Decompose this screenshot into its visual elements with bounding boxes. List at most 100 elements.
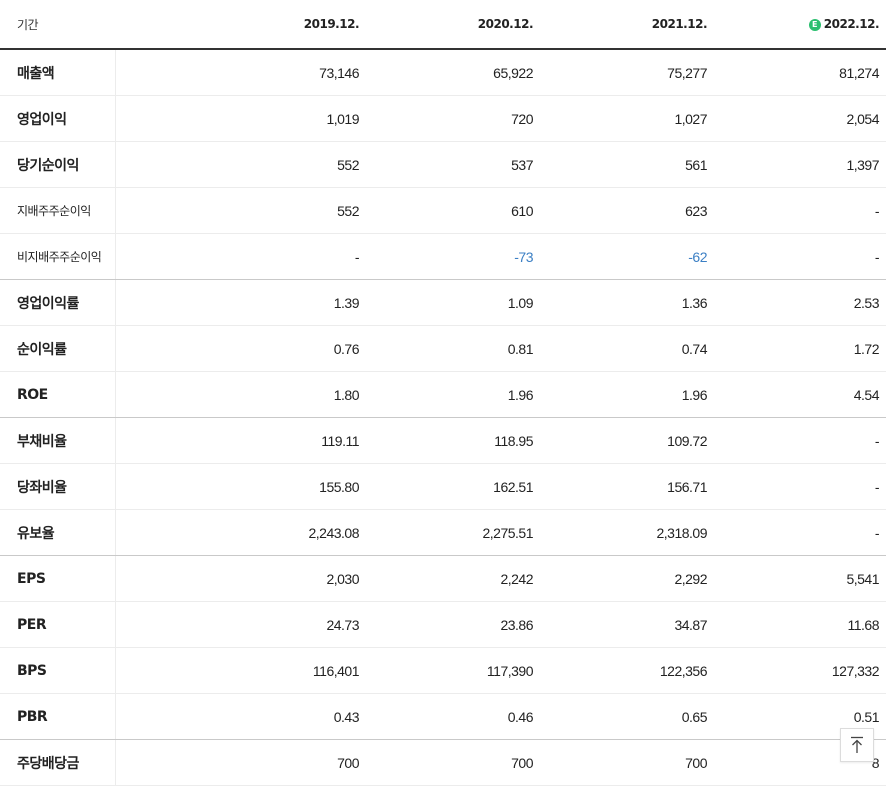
period-header-2019: 2019.12.: [115, 0, 366, 50]
value-cell: 1,027: [540, 95, 714, 142]
table-row: BPS 116,401 117,390 122,356 127,332: [0, 647, 886, 694]
value-cell: 1.09: [366, 279, 540, 326]
header-row: 기간 2019.12. 2020.12. 2021.12. E 2022.12.: [0, 0, 886, 50]
value-cell: 34.87: [540, 601, 714, 648]
table-row: 당기순이익 552 537 561 1,397: [0, 141, 886, 188]
table-row: 비지배주주순이익 - -73 -62 -: [0, 233, 886, 280]
row-label: 영업이익률: [0, 279, 116, 326]
value-cell: -: [115, 233, 366, 280]
row-label: 당기순이익: [0, 141, 116, 188]
value-cell: 4.54: [714, 371, 886, 418]
value-cell: -: [714, 187, 886, 234]
value-cell: 127,332: [714, 647, 886, 694]
value-cell: 1,019: [115, 95, 366, 142]
value-cell: 156.71: [540, 463, 714, 510]
value-cell: 0.81: [366, 325, 540, 372]
value-cell: 610: [366, 187, 540, 234]
period-header-2021: 2021.12.: [540, 0, 714, 50]
value-cell: -: [714, 233, 886, 280]
value-cell: 65,922: [366, 49, 540, 96]
value-cell: 1.72: [714, 325, 886, 372]
value-cell: 2,030: [115, 555, 366, 602]
value-cell: 2,054: [714, 95, 886, 142]
value-cell: 117,390: [366, 647, 540, 694]
value-cell-negative: -62: [540, 233, 714, 280]
value-cell: 2,275.51: [366, 509, 540, 556]
value-cell: 720: [366, 95, 540, 142]
financial-summary-table: 기간 2019.12. 2020.12. 2021.12. E 2022.12. …: [0, 0, 886, 786]
value-cell: 118.95: [366, 417, 540, 464]
row-label: PBR: [0, 693, 116, 740]
row-label: 영업이익: [0, 95, 116, 142]
row-label: 매출액: [0, 49, 116, 96]
row-label: 당좌비율: [0, 463, 116, 510]
arrow-up-to-top-icon: [851, 736, 863, 753]
value-cell: 2,318.09: [540, 509, 714, 556]
value-cell: 2,242: [366, 555, 540, 602]
period-header-2022-label: 2022.12.: [823, 17, 880, 31]
period-header-2022-estimate: E 2022.12.: [714, 0, 886, 50]
value-cell: 0.43: [115, 693, 366, 740]
value-cell: 155.80: [115, 463, 366, 510]
period-header-2020: 2020.12.: [366, 0, 540, 50]
value-cell: 73,146: [115, 49, 366, 96]
row-label: ROE: [0, 371, 116, 418]
table-row: 영업이익 1,019 720 1,027 2,054: [0, 95, 886, 142]
value-cell: 1.96: [540, 371, 714, 418]
table-row: 부채비율 119.11 118.95 109.72 -: [0, 417, 886, 464]
value-cell: 1.96: [366, 371, 540, 418]
row-label: 유보율: [0, 509, 116, 556]
table-row: 지배주주순이익 552 610 623 -: [0, 187, 886, 234]
value-cell: 109.72: [540, 417, 714, 464]
table-row: PBR 0.43 0.46 0.65 0.51: [0, 693, 886, 740]
table-row: PER 24.73 23.86 34.87 11.68: [0, 601, 886, 648]
value-cell: 81,274: [714, 49, 886, 96]
value-cell: 561: [540, 141, 714, 188]
value-cell: 0.74: [540, 325, 714, 372]
value-cell: 623: [540, 187, 714, 234]
value-cell: -: [714, 509, 886, 556]
value-cell: 552: [115, 141, 366, 188]
estimate-badge-icon: E: [808, 18, 821, 31]
value-cell: -: [714, 463, 886, 510]
value-cell: -: [714, 417, 886, 464]
value-cell: 24.73: [115, 601, 366, 648]
row-label: BPS: [0, 647, 116, 694]
scroll-to-top-button[interactable]: [840, 728, 874, 762]
row-label: 지배주주순이익: [0, 187, 116, 234]
value-cell: 2,292: [540, 555, 714, 602]
row-label: EPS: [0, 555, 116, 602]
value-cell: 0.46: [366, 693, 540, 740]
value-cell: 2,243.08: [115, 509, 366, 556]
value-cell-negative: -73: [366, 233, 540, 280]
value-cell: 122,356: [540, 647, 714, 694]
value-cell: 0.76: [115, 325, 366, 372]
value-cell: 1,397: [714, 141, 886, 188]
value-cell: 2.53: [714, 279, 886, 326]
row-label: 순이익률: [0, 325, 116, 372]
value-cell: 75,277: [540, 49, 714, 96]
row-label: 부채비율: [0, 417, 116, 464]
value-cell: 0.65: [540, 693, 714, 740]
value-cell: 552: [115, 187, 366, 234]
row-label: 비지배주주순이익: [0, 233, 116, 280]
value-cell: 23.86: [366, 601, 540, 648]
table-row: 순이익률 0.76 0.81 0.74 1.72: [0, 325, 886, 372]
value-cell: 1.39: [115, 279, 366, 326]
value-cell: 162.51: [366, 463, 540, 510]
table-row: 당좌비율 155.80 162.51 156.71 -: [0, 463, 886, 510]
table-row: 유보율 2,243.08 2,275.51 2,318.09 -: [0, 509, 886, 556]
value-cell: 537: [366, 141, 540, 188]
value-cell: 1.80: [115, 371, 366, 418]
value-cell: 1.36: [540, 279, 714, 326]
row-label: PER: [0, 601, 116, 648]
table-row: 영업이익률 1.39 1.09 1.36 2.53: [0, 279, 886, 326]
value-cell: 119.11: [115, 417, 366, 464]
value-cell: 116,401: [115, 647, 366, 694]
table-row: 매출액 73,146 65,922 75,277 81,274: [0, 49, 886, 96]
table-row: ROE 1.80 1.96 1.96 4.54: [0, 371, 886, 418]
table-row: EPS 2,030 2,242 2,292 5,541: [0, 555, 886, 602]
period-label-header: 기간: [0, 0, 115, 50]
value-cell: 5,541: [714, 555, 886, 602]
value-cell: 11.68: [714, 601, 886, 648]
